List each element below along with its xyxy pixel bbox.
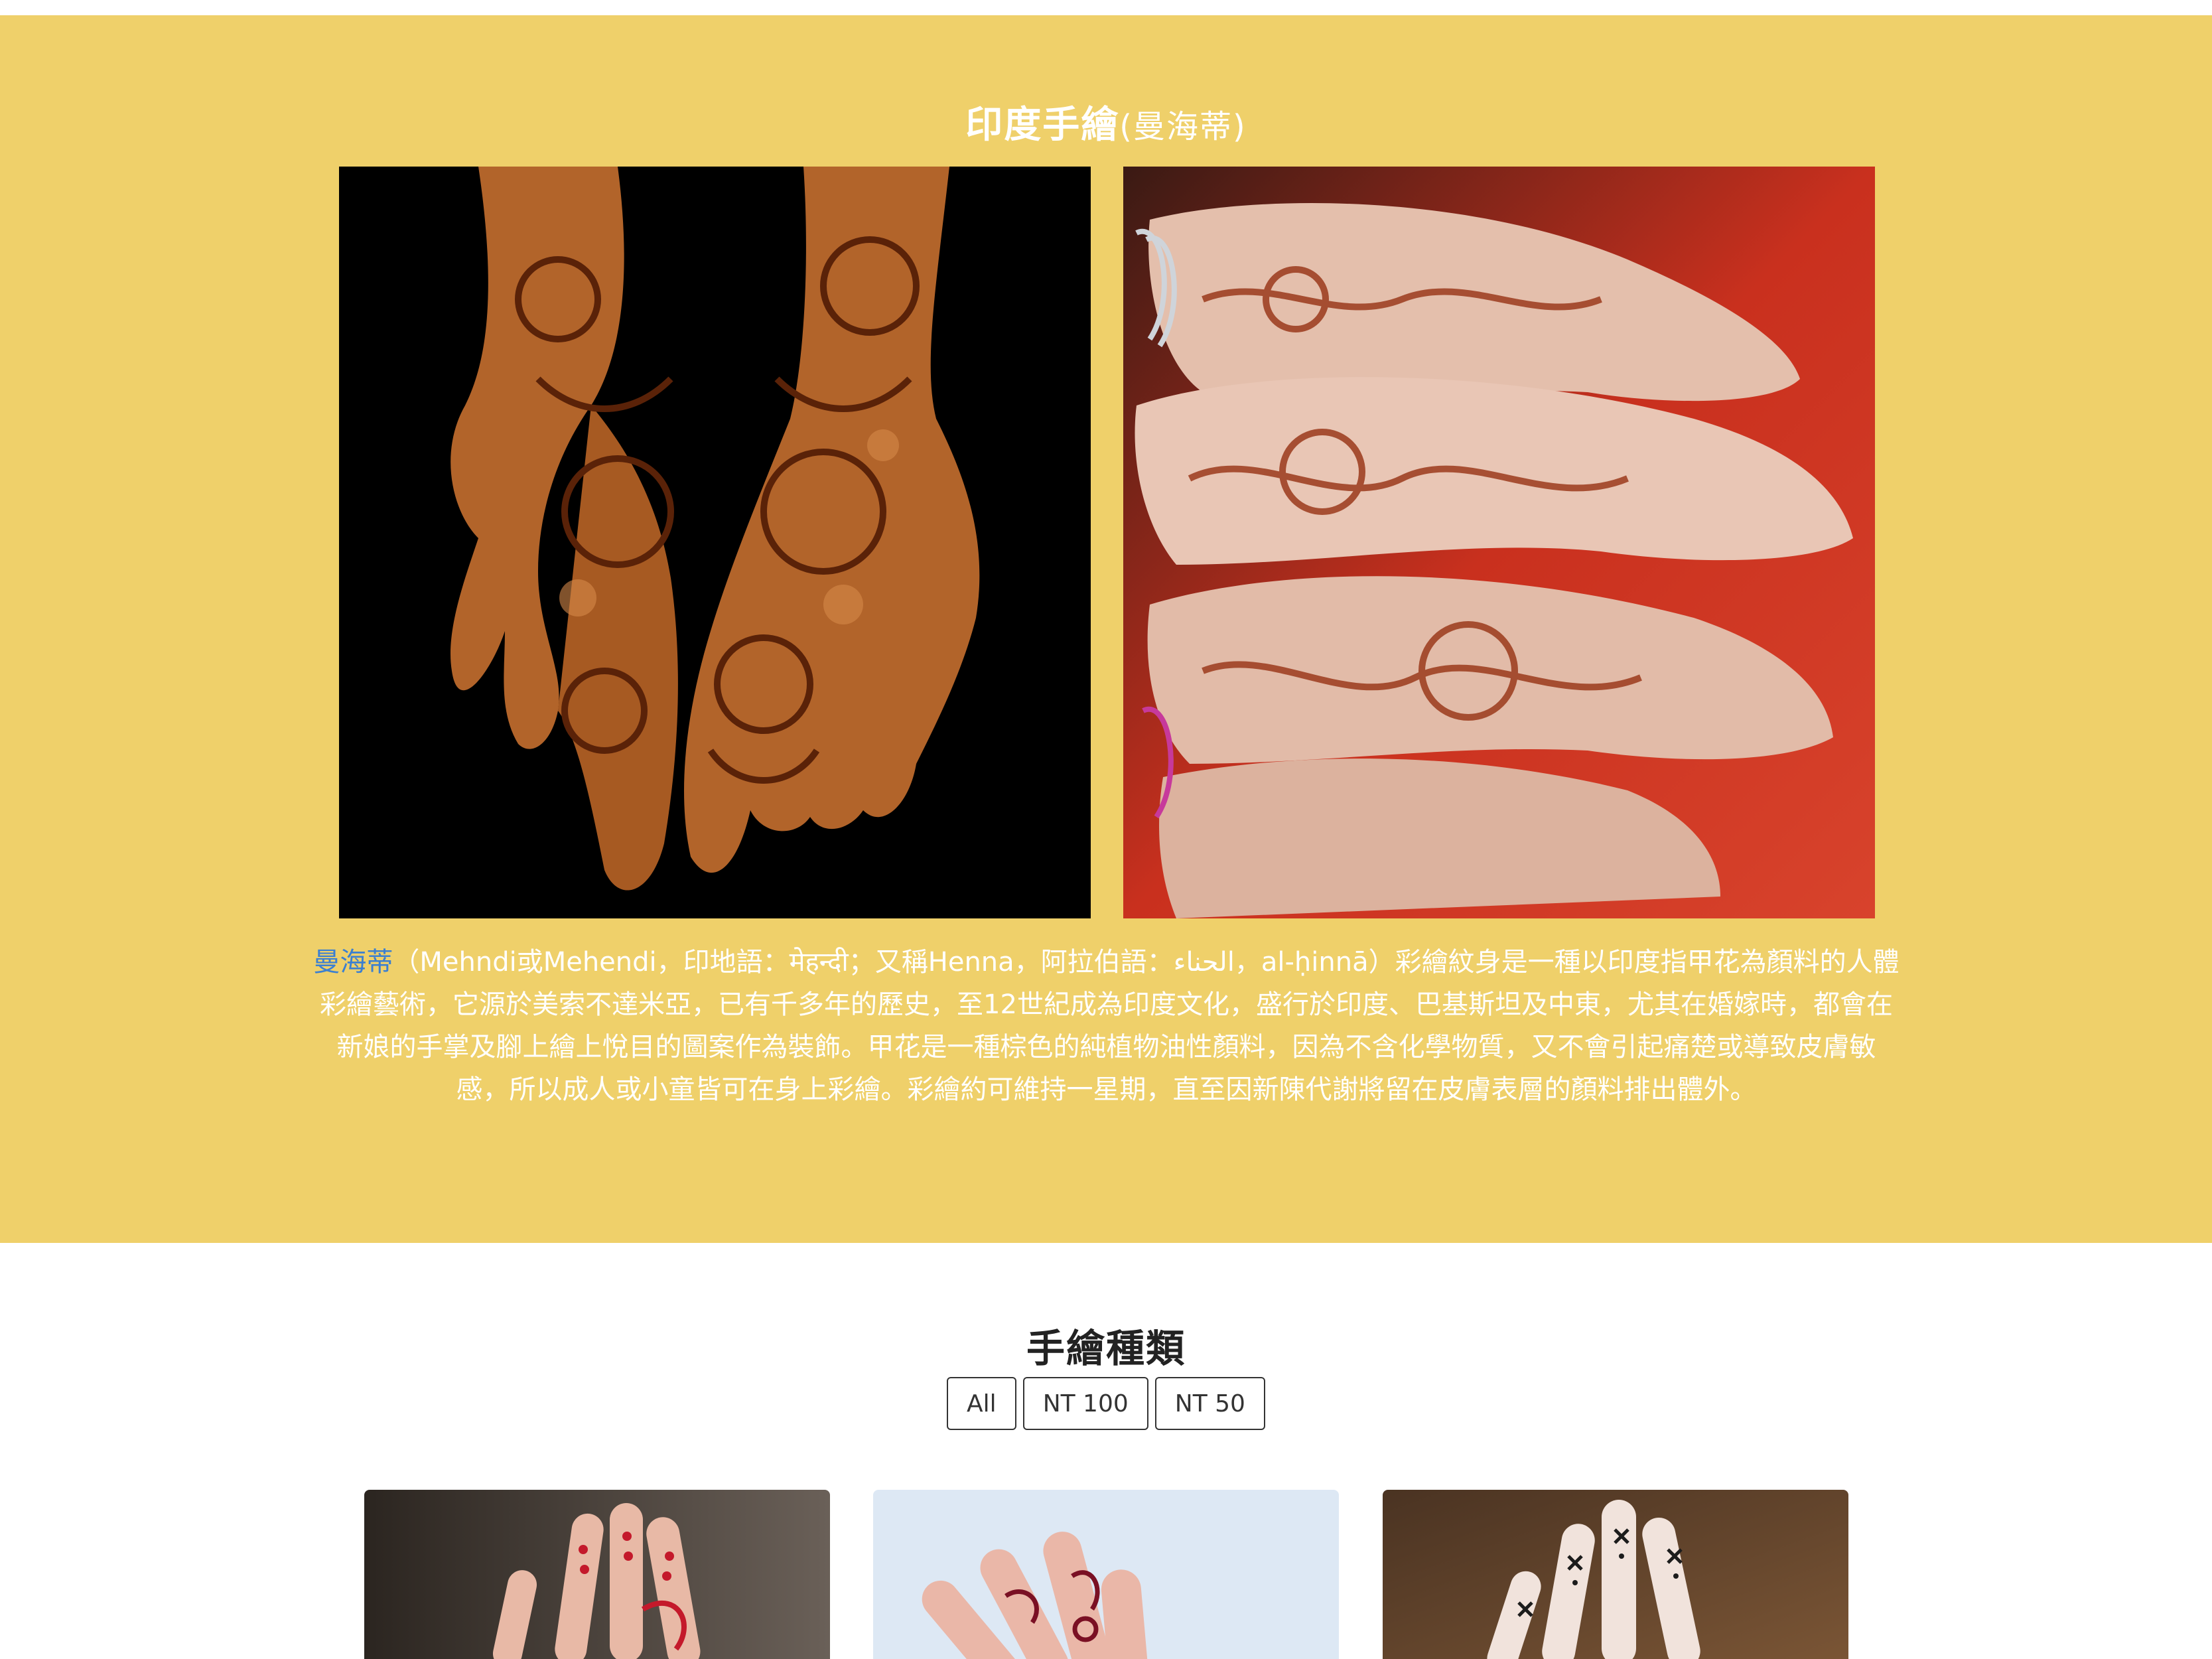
product-card-1[interactable] [364, 1490, 830, 1659]
hero-section: 印度手繪(曼海蒂) 曼海蒂（Mehndi或Mehendi，印地語：मेहन्दी… [0, 15, 2212, 1243]
filter-nt100-button[interactable]: NT 100 [1022, 1377, 1148, 1430]
description-text: （Mehndi或Mehendi，印地語：मेहन्दी；又稱Henna，阿拉伯語… [320, 947, 1900, 1105]
henna-photo-1 [339, 167, 1091, 918]
hero-title-sub: (曼海蒂) [1119, 108, 1247, 145]
description-link[interactable]: 曼海蒂 [313, 947, 393, 977]
product-card-3[interactable] [1383, 1490, 1848, 1659]
product-card-2[interactable] [873, 1490, 1339, 1659]
filter-nt50-button[interactable]: NT 50 [1154, 1377, 1265, 1430]
price-filters: All NT 100 NT 50 [0, 1377, 2212, 1430]
filter-all-button[interactable]: All [947, 1377, 1016, 1430]
henna-description: 曼海蒂（Mehndi或Mehendi，印地語：मेहन्दी；又稱Henna，阿… [312, 941, 1901, 1111]
hero-title-main: 印度手繪 [965, 104, 1120, 147]
henna-photo-2 [1123, 167, 1875, 918]
hero-title: 印度手繪(曼海蒂) [0, 95, 2212, 149]
section-title: 手繪種類 [1026, 1326, 1186, 1371]
top-strip [0, 0, 2212, 15]
